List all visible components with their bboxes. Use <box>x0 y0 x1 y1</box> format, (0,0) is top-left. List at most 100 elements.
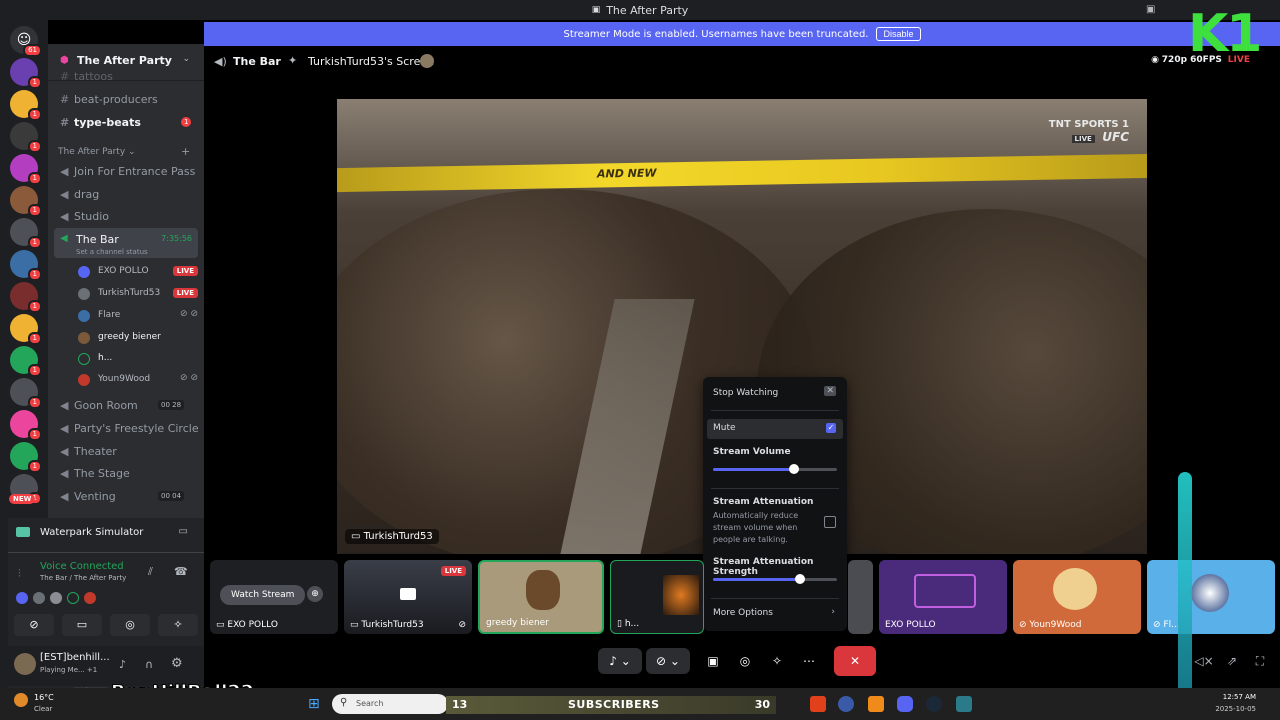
speaker-icon: ◀ <box>60 490 69 503</box>
hash-icon: # <box>60 116 70 129</box>
channel-drag[interactable]: ◀ drag <box>60 188 99 201</box>
home-button[interactable]: ☺ 61 <box>10 26 42 57</box>
chevron-down-icon: ⌄ <box>182 54 190 64</box>
search-icon: ⚲ <box>340 697 348 708</box>
discord-icon[interactable] <box>897 696 913 712</box>
activity-button[interactable]: ◎ <box>110 614 150 636</box>
more-options-item[interactable]: More Options › <box>703 606 847 624</box>
voice-user[interactable]: h... <box>78 352 198 366</box>
voice-user[interactable]: Flare ⊘ ⊘ <box>78 309 198 323</box>
category-header[interactable]: The After Party ⌄ <box>58 147 136 157</box>
headphones-icon[interactable]: ∩ <box>145 658 153 671</box>
server-icon[interactable]: 1 <box>10 250 42 281</box>
channel-the-stage[interactable]: ◀ The Stage <box>60 467 130 480</box>
soundboard-button[interactable]: ✧ <box>766 648 788 674</box>
attenuation-checkbox[interactable] <box>824 516 836 528</box>
microphone-button[interactable]: ♪ ⌄ <box>598 648 642 674</box>
hash-icon: # <box>60 70 70 83</box>
server-icon[interactable]: 1 <box>10 122 42 153</box>
window-title: The After Party <box>606 3 689 17</box>
participant-tile[interactable] <box>848 560 873 634</box>
participant-tile[interactable]: LIVE ▭ TurkishTurd53 ⊘ <box>344 560 472 634</box>
noise-suppression-icon[interactable]: ⫽ <box>148 565 153 579</box>
participant-tile[interactable]: ⊘ Youn9Wood <box>1013 560 1141 634</box>
participant-tile[interactable]: EXO POLLO <box>879 560 1007 634</box>
channel-join-for-entrance-pass[interactable]: ◀ Join For Entrance Pass <box>60 165 195 178</box>
slider-handle[interactable] <box>794 574 805 584</box>
channel-studio[interactable]: ◀ Studio <box>60 210 109 223</box>
activity-button[interactable]: ◎ <box>734 648 756 674</box>
participant-tile[interactable]: ▯ h... <box>610 560 704 634</box>
activity-row[interactable]: Waterpark Simulator ▭ <box>8 518 204 548</box>
participant-tile[interactable]: ⊘ Fl... <box>1147 560 1275 634</box>
taskbar-app-icon[interactable] <box>868 696 884 712</box>
server-icon[interactable]: 1 <box>10 346 42 377</box>
hang-up-icon: ✕ <box>849 654 861 668</box>
fullscreen-button[interactable]: ⛶ <box>1250 648 1270 674</box>
channel-type-beats[interactable]: # type-beats <box>60 116 141 129</box>
channel-tattoos[interactable]: # tattoos <box>60 70 113 83</box>
server-icon[interactable]: 1 <box>10 186 42 217</box>
avatar[interactable] <box>14 653 36 675</box>
avatar <box>78 353 90 365</box>
server-icon[interactable]: 1 <box>10 58 42 89</box>
screen-share-button[interactable]: ▭ <box>62 614 102 636</box>
speaker-icon: ◀ <box>60 467 69 480</box>
channel-the-bar[interactable]: ◀ The Bar 7:35:56 Set a channel status <box>54 228 198 258</box>
speaker-icon: ◀) <box>214 55 227 68</box>
channel-beat-producers[interactable]: # beat-producers <box>60 93 158 106</box>
inbox-icon[interactable]: ▣ <box>1146 4 1155 15</box>
disconnect-button[interactable]: ✕ <box>834 646 876 676</box>
muted-icon: ⊘ <box>1019 620 1027 630</box>
avatar <box>420 54 434 68</box>
disable-streamer-mode-button[interactable]: Disable <box>876 27 921 41</box>
camera-button[interactable]: ⊘ ⌄ <box>646 648 690 674</box>
server-icon[interactable]: 1 <box>10 218 42 249</box>
voice-user[interactable]: Youn9Wood ⊘ ⊘ <box>78 373 198 387</box>
channel-venting[interactable]: ◀ Venting <box>60 490 116 503</box>
stop-watching-item[interactable]: Stop Watching ✕ <box>703 385 847 403</box>
header-channel[interactable]: The Bar <box>233 55 281 68</box>
steam-icon[interactable] <box>926 696 942 712</box>
popout-icon[interactable]: ⊕ <box>307 586 323 602</box>
taskbar-app-icon[interactable] <box>838 696 854 712</box>
taskbar-app-icon[interactable] <box>956 696 972 712</box>
participant-tile[interactable]: Watch Stream ⊕ ▭ EXO POLLO <box>210 560 338 634</box>
popout-button[interactable]: ⇗ <box>1222 648 1242 674</box>
attenuation-strength-slider[interactable] <box>713 574 837 584</box>
server-icon[interactable]: 1 <box>10 90 42 121</box>
watch-stream-button[interactable]: Watch Stream <box>220 585 306 605</box>
checkbox-checked[interactable]: ✓ <box>826 423 836 433</box>
disconnect-icon[interactable]: ☎ <box>174 565 188 578</box>
voice-user[interactable]: TurkishTurd53 LIVE <box>78 287 198 301</box>
windows-start-icon[interactable]: ⊞ <box>308 696 320 712</box>
camera-off-button[interactable]: ⊘ <box>14 614 54 636</box>
server-icon[interactable]: 1 <box>10 378 42 409</box>
channel-partys-freestyle-circle[interactable]: ◀ Party's Freestyle Circle <box>60 422 199 435</box>
participant-tile[interactable]: greedy biener <box>478 560 604 634</box>
search-box[interactable]: ⚲ Search <box>332 694 448 714</box>
screen-share-icon[interactable]: ▭ <box>179 526 188 537</box>
unread-badge: 1 <box>181 117 192 127</box>
taskbar-app-icon[interactable] <box>810 696 826 712</box>
server-icon[interactable]: 1 <box>10 442 42 473</box>
avatar <box>78 332 90 344</box>
server-icon[interactable]: 1 <box>10 410 42 441</box>
soundboard-button[interactable]: ✧ <box>158 614 198 636</box>
server-icon[interactable]: 1 <box>10 154 42 185</box>
gear-icon[interactable]: ⚙ <box>171 656 183 671</box>
server-icon[interactable]: 1 <box>10 282 42 313</box>
stream-volume-slider[interactable] <box>713 464 837 474</box>
microphone-icon[interactable]: ♪ <box>119 658 126 671</box>
server-icon[interactable]: 1 <box>10 314 42 345</box>
slider-handle[interactable] <box>788 464 799 474</box>
voice-user[interactable]: greedy biener <box>78 331 198 345</box>
mute-item[interactable]: Mute ✓ <box>707 419 843 439</box>
channel-goon-room[interactable]: ◀ Goon Room <box>60 399 138 412</box>
voice-user[interactable]: EXO POLLO LIVE <box>78 265 198 279</box>
more-button[interactable]: ⋯ <box>798 648 820 674</box>
mute-output-button[interactable]: ◁× <box>1194 648 1214 674</box>
channel-theater[interactable]: ◀ Theater <box>60 445 117 458</box>
add-channel-icon[interactable]: + <box>181 145 190 158</box>
screen-share-button[interactable]: ▣ <box>702 648 724 674</box>
